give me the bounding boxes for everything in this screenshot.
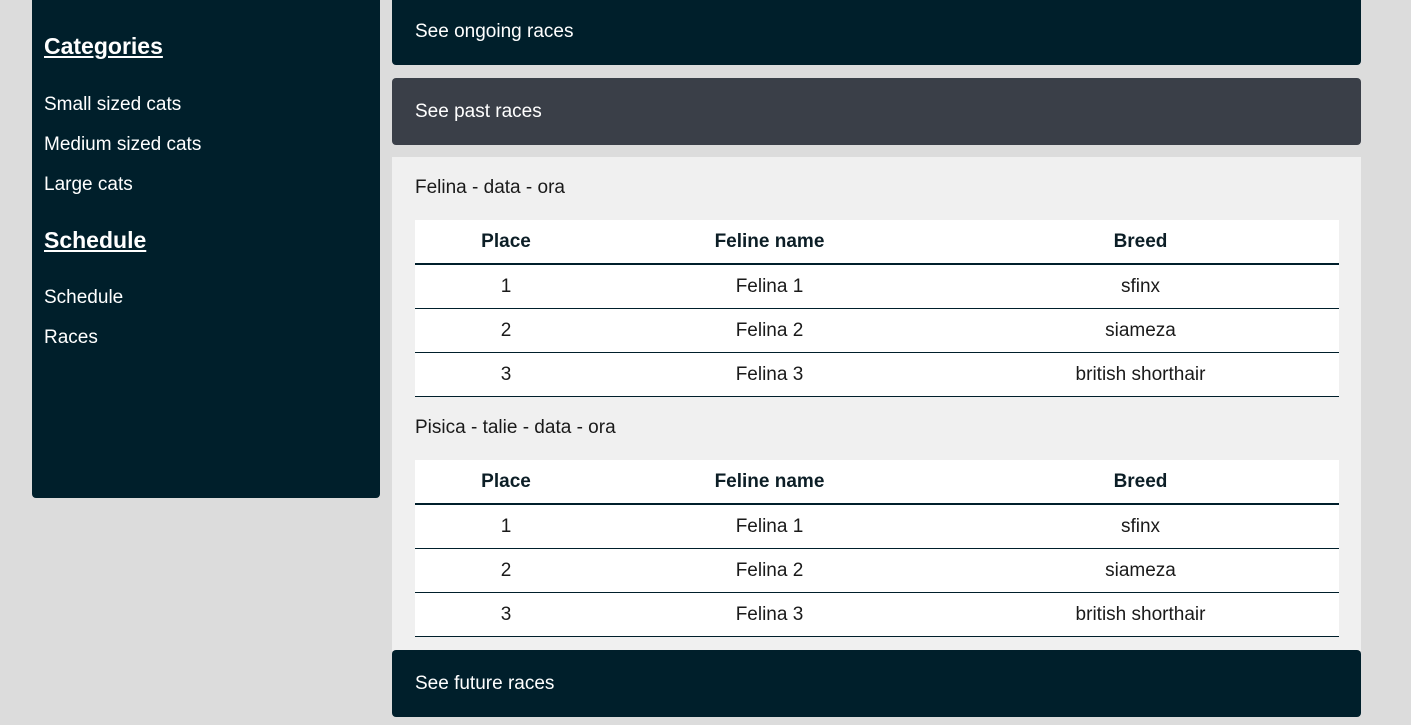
cell-feline-name: Felina 1 [597, 504, 942, 549]
cell-feline-name: Felina 2 [597, 308, 942, 353]
table-header-row: Place Feline name Breed [415, 220, 1339, 265]
past-races-label: See past races [415, 100, 542, 122]
sidebar-link-large-cats[interactable]: Large cats [44, 174, 133, 196]
column-header-place: Place [415, 220, 597, 265]
cell-place: 3 [415, 592, 597, 637]
cell-breed: siameza [942, 308, 1339, 353]
cell-place: 2 [415, 308, 597, 353]
cell-feline-name: Felina 3 [597, 592, 942, 637]
column-header-feline-name: Feline name [597, 460, 942, 505]
future-races-toggle[interactable]: See future races [392, 650, 1361, 717]
table-row: 1 Felina 1 sfinx [415, 264, 1339, 309]
sidebar: Categories Small sized cats Medium sized… [32, 0, 380, 498]
column-header-place: Place [415, 460, 597, 505]
table-row: 1 Felina 1 sfinx [415, 504, 1339, 549]
cell-feline-name: Felina 3 [597, 352, 942, 397]
race-results-table: Place Feline name Breed 1 Felina 1 sfinx… [415, 220, 1339, 397]
race-title: Felina - data - ora [415, 177, 565, 198]
race-results-table: Place Feline name Breed 1 Felina 1 sfinx… [415, 460, 1339, 637]
table-row: 2 Felina 2 siameza [415, 548, 1339, 593]
column-header-breed: Breed [942, 460, 1339, 505]
sidebar-link-races[interactable]: Races [44, 327, 98, 349]
race-title: Pisica - talie - data - ora [415, 417, 616, 438]
cell-feline-name: Felina 2 [597, 548, 942, 593]
cell-feline-name: Felina 1 [597, 264, 942, 309]
past-races-panel: Felina - data - ora Place Feline name Br… [392, 157, 1361, 651]
future-races-label: See future races [415, 672, 555, 694]
table-row: 3 Felina 3 british shorthair [415, 352, 1339, 397]
cell-place: 2 [415, 548, 597, 593]
cell-breed: sfinx [942, 504, 1339, 549]
cell-place: 1 [415, 504, 597, 549]
ongoing-races-label: See ongoing races [415, 21, 574, 42]
ongoing-races-toggle[interactable]: See ongoing races [392, 0, 1361, 65]
column-header-breed: Breed [942, 220, 1339, 265]
sidebar-link-small-cats[interactable]: Small sized cats [44, 94, 181, 116]
sidebar-link-medium-cats[interactable]: Medium sized cats [44, 134, 201, 156]
cell-breed: siameza [942, 548, 1339, 593]
cell-breed: sfinx [942, 264, 1339, 309]
categories-heading: Categories [44, 33, 163, 59]
cell-breed: british shorthair [942, 592, 1339, 637]
table-row: 2 Felina 2 siameza [415, 308, 1339, 353]
cell-breed: british shorthair [942, 352, 1339, 397]
table-header-row: Place Feline name Breed [415, 460, 1339, 505]
table-row: 3 Felina 3 british shorthair [415, 592, 1339, 637]
cell-place: 3 [415, 352, 597, 397]
past-races-toggle[interactable]: See past races [392, 78, 1361, 145]
sidebar-link-schedule[interactable]: Schedule [44, 287, 123, 309]
schedule-heading: Schedule [44, 227, 147, 253]
cell-place: 1 [415, 264, 597, 309]
column-header-feline-name: Feline name [597, 220, 942, 265]
